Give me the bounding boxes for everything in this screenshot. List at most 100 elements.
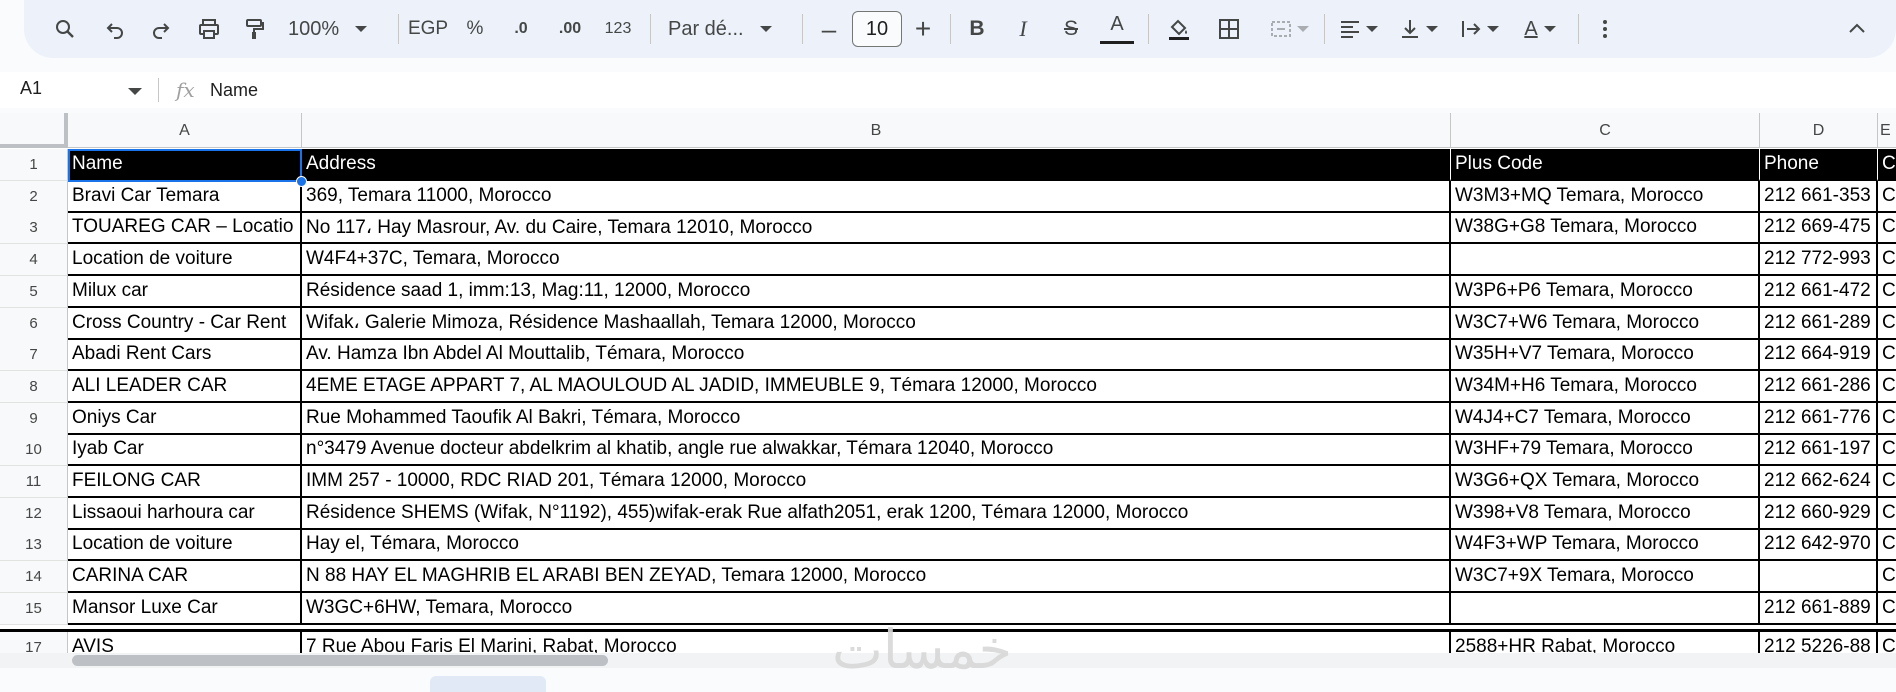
number-format-button[interactable]: 123 [600, 8, 636, 50]
merge-cells-icon[interactable] [1262, 8, 1316, 50]
cell-address[interactable]: W4F4+37C, Temara, Morocco [302, 244, 1451, 277]
chevron-down-icon[interactable] [128, 88, 142, 95]
row-number[interactable]: 5 [0, 275, 68, 308]
cell-address[interactable]: Wifak، Galerie Mimoza, Résidence Mashaal… [302, 307, 1451, 340]
cell-name[interactable]: TOUAREG CAR – Locatio [68, 212, 302, 245]
cell-name[interactable]: ALI LEADER CAR [68, 370, 302, 403]
increase-decimal-button[interactable]: .00 [548, 8, 592, 50]
cell-phone[interactable]: 212 664-919 [1760, 339, 1878, 372]
cell-name[interactable]: Oniys Car [68, 402, 302, 435]
cell-name[interactable]: Bravi Car Temara [68, 180, 302, 213]
cell-plus-code[interactable] [1451, 592, 1760, 625]
cell-address[interactable]: No 117، Hay Masrour, Av. du Caire, Temar… [302, 212, 1451, 245]
search-icon[interactable] [48, 8, 82, 50]
row-number[interactable]: 3 [0, 212, 68, 245]
cell-col-e[interactable]: C [1878, 244, 1896, 277]
redo-icon[interactable] [144, 8, 178, 50]
column-header-c[interactable]: C [1451, 113, 1760, 148]
cell-address[interactable]: 369, Temara 11000, Morocco [302, 180, 1451, 213]
cell-col-e[interactable]: C [1878, 498, 1896, 530]
row-number[interactable]: 9 [0, 402, 68, 435]
cell-plus-code[interactable]: W3HF+79 Temara, Morocco [1451, 434, 1760, 467]
row-number[interactable]: 17 [0, 631, 68, 653]
zoom-select[interactable]: 100% [288, 8, 378, 50]
column-header-b[interactable]: B [302, 113, 1451, 148]
row-number[interactable]: 4 [0, 244, 68, 277]
row-number[interactable]: 6 [0, 307, 68, 340]
italic-button[interactable]: I [1008, 8, 1038, 50]
cell-plus-code[interactable]: W398+V8 Temara, Morocco [1451, 497, 1760, 530]
cell-plus-code[interactable]: W3G6+QX Temara, Morocco [1451, 466, 1760, 498]
row-number[interactable]: 1 [0, 149, 68, 181]
cell-plus-code[interactable]: W34M+H6 Temara, Morocco [1451, 370, 1760, 403]
cell-name[interactable]: Name [68, 149, 302, 181]
cell-col-e[interactable]: C [1878, 212, 1896, 245]
formula-input[interactable]: Name [210, 80, 258, 101]
cell-col-e[interactable]: C [1878, 181, 1896, 213]
collapse-toolbar-icon[interactable] [1840, 8, 1874, 50]
cell-address[interactable]: IMM 257 - 10000, RDC RIAD 201, Témara 12… [302, 466, 1451, 498]
row-number[interactable]: 14 [0, 561, 68, 594]
more-options-icon[interactable] [1590, 8, 1620, 50]
bold-button[interactable]: B [962, 8, 992, 50]
cell-col-e[interactable]: C [1878, 371, 1896, 403]
cell-col-e[interactable]: C [1878, 434, 1896, 467]
row-number[interactable]: 8 [0, 370, 68, 403]
cell-address[interactable]: Résidence SHEMS (Wifak, N°1192), 455)wif… [302, 497, 1451, 530]
name-box[interactable]: A1 [20, 78, 42, 99]
undo-icon[interactable] [98, 8, 132, 50]
text-rotation-button[interactable]: A [1516, 8, 1564, 50]
column-header-e[interactable]: E [1878, 113, 1896, 148]
cell-address[interactable]: Rue Mohammed Taoufik Al Bakri, Témara, M… [302, 402, 1451, 435]
cell-plus-code[interactable]: W35H+V7 Temara, Morocco [1451, 339, 1760, 372]
cell-plus-code[interactable] [1451, 244, 1760, 277]
fill-handle[interactable] [296, 176, 307, 187]
row-number[interactable]: 13 [0, 529, 68, 562]
cell-col-e[interactable]: C [1878, 149, 1896, 181]
font-size-input[interactable]: 10 [852, 11, 902, 47]
cell-address[interactable]: Hay el, Témara, Morocco [302, 529, 1451, 562]
cell-address[interactable]: Av. Hamza Ibn Abdel Al Mouttalib, Témara… [302, 339, 1451, 372]
cell-plus-code[interactable]: W4J4+C7 Temara, Morocco [1451, 402, 1760, 435]
row-number[interactable]: 12 [0, 497, 68, 530]
cell-name[interactable]: Milux car [68, 275, 302, 308]
cell-phone[interactable]: 212 772-993 [1760, 244, 1878, 277]
cell-col-e[interactable]: C [1878, 529, 1896, 562]
cell-address[interactable]: n°3479 Avenue docteur abdelkrim al khati… [302, 434, 1451, 467]
increase-font-size-button[interactable]: + [910, 8, 936, 50]
cell-name[interactable]: AVIS [68, 631, 302, 653]
cell-col-e[interactable]: C [1878, 308, 1896, 340]
cell-phone[interactable]: 212 661-889 [1760, 592, 1878, 625]
cell-address[interactable]: Address [302, 149, 1451, 181]
currency-format-button[interactable]: EGP [406, 8, 450, 50]
borders-icon[interactable] [1212, 8, 1246, 50]
cell-name[interactable]: CARINA CAR [68, 561, 302, 594]
cell-col-e[interactable]: C [1878, 276, 1896, 308]
row-number[interactable]: 10 [0, 434, 68, 467]
cell-col-e[interactable]: C [1878, 561, 1896, 594]
cell-name[interactable]: Location de voiture [68, 529, 302, 562]
sheet-tab-active[interactable] [430, 676, 546, 692]
cell-plus-code[interactable]: W38G+G8 Temara, Morocco [1451, 212, 1760, 245]
cell-name[interactable]: Iyab Car [68, 434, 302, 467]
cell-phone[interactable]: 212 661-197 [1760, 434, 1878, 467]
cell-phone[interactable]: 212 660-929 [1760, 497, 1878, 530]
cell-phone[interactable]: 212 661-776 [1760, 402, 1878, 435]
row-number[interactable]: 7 [0, 339, 68, 372]
cell-col-e[interactable]: C [1878, 339, 1896, 372]
cell-name[interactable]: Lissaoui harhoura car [68, 497, 302, 530]
print-icon[interactable] [192, 8, 226, 50]
cell-phone[interactable]: 212 5226-88 [1760, 631, 1878, 653]
text-wrapping-icon[interactable] [1454, 8, 1504, 50]
horizontal-align-icon[interactable] [1334, 8, 1382, 50]
cell-address[interactable]: N 88 HAY EL MAGHRIB EL ARABI BEN ZEYAD, … [302, 561, 1451, 594]
cell-plus-code[interactable]: 2588+HR Rabat, Morocco [1451, 631, 1760, 653]
strikethrough-button[interactable]: S [1054, 8, 1088, 50]
cell-phone[interactable]: 212 661-353 [1760, 180, 1878, 213]
cell-col-e[interactable]: C [1878, 466, 1896, 498]
row-number[interactable]: 11 [0, 466, 68, 498]
text-color-button[interactable]: A [1100, 8, 1134, 44]
cell-col-e[interactable]: C [1878, 593, 1896, 625]
cell-phone[interactable] [1760, 561, 1878, 594]
cell-phone[interactable]: 212 669-475 [1760, 212, 1878, 245]
